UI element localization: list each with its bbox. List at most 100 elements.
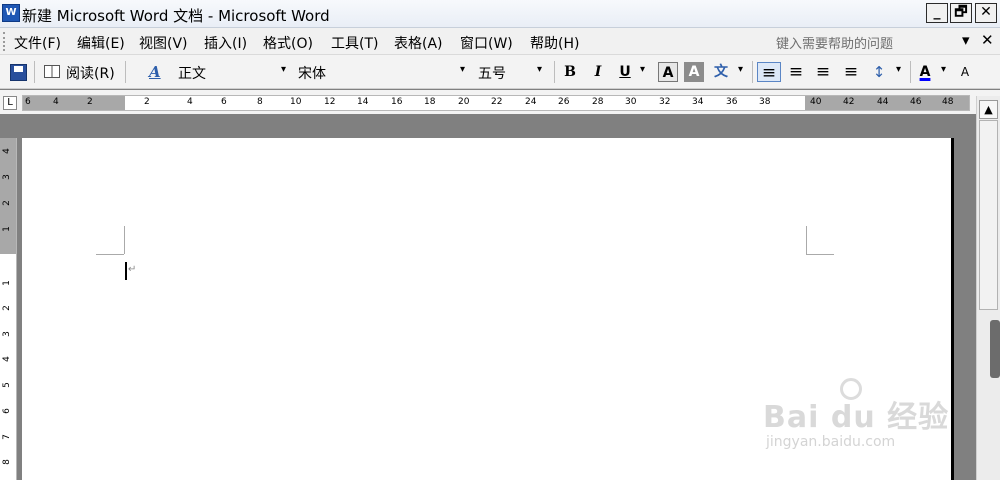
toolbar-separator [910,61,911,83]
toolbar-separator [125,61,126,83]
read-book-icon[interactable] [44,65,60,78]
menu-insert[interactable]: 插入(I) [204,33,247,53]
text-cursor [125,262,127,280]
font-color-dropdown-icon[interactable]: ▾ [941,64,946,75]
ruler-label: 26 [558,97,570,107]
ruler-label: 22 [491,97,503,107]
font-size-dropdown[interactable]: 五号 [478,63,506,83]
grow-font-button[interactable]: A [956,62,974,82]
help-dropdown-icon[interactable]: ▾ [962,31,970,49]
watermark-url: jingyan.baidu.com [766,434,896,450]
ruler-label: 6 [25,97,31,107]
menu-format[interactable]: 格式(O) [263,33,313,53]
vruler-label: 1 [1,280,12,286]
crop-mark-top-left [124,226,125,254]
phonetic-guide-button[interactable]: 文 [710,62,732,82]
ruler-label: 40 [810,97,822,107]
vruler-label: 3 [1,331,12,337]
close-button[interactable]: ✕ [975,3,997,23]
toolbar-separator [752,61,753,83]
font-color-button[interactable]: A [915,62,935,82]
ruler-label: 44 [877,97,889,107]
vruler-label: 2 [1,305,12,311]
menu-edit[interactable]: 编辑(E) [77,33,125,53]
ruler-label: 42 [843,97,855,107]
vruler-label: 6 [1,408,12,414]
line-spacing-button[interactable]: ↕ [868,62,890,82]
ruler-label: 4 [53,97,59,107]
ruler-label: 6 [221,97,227,107]
ruler-label: 36 [726,97,738,107]
read-mode-button[interactable]: 阅读(R) [66,63,115,83]
window-title: 新建 Microsoft Word 文档 - Microsoft Word [22,7,330,25]
vruler-label: 2 [1,200,12,206]
menu-file[interactable]: 文件(F) [14,33,61,53]
line-spacing-dropdown-icon[interactable]: ▾ [896,64,901,75]
toolbar-separator [34,61,35,83]
ruler-label: 28 [592,97,604,107]
menu-tools[interactable]: 工具(T) [331,33,378,53]
ruler-label: 10 [290,97,302,107]
vruler-label: 1 [1,226,12,232]
style-dropdown[interactable]: 正文 [178,63,206,83]
help-question-input[interactable]: 键入需要帮助的问题 [776,33,893,52]
crop-mark-top-right [806,254,834,255]
vruler-top-margin [0,138,16,254]
italic-button[interactable]: I [588,62,608,82]
vruler-label: 7 [1,434,12,440]
align-left-button[interactable]: ≡ [757,62,781,83]
ruler-label: 30 [625,97,637,107]
center-button[interactable]: ≡ [785,62,807,82]
vruler-label: 4 [1,148,12,154]
phonetic-dropdown-icon[interactable]: ▾ [738,64,743,75]
style-dropdown-arrow-icon[interactable]: ▾ [281,64,286,75]
align-right-button[interactable]: ≡ [812,62,834,82]
ruler-label: 24 [525,97,537,107]
title-bar: W 新建 Microsoft Word 文档 - Microsoft Word … [0,0,1000,28]
ruler-label: 32 [659,97,671,107]
menubar-grip-icon[interactable] [3,32,7,51]
menu-window[interactable]: 窗口(W) [460,33,513,53]
scroll-thumb[interactable] [979,120,998,310]
vruler-label: 3 [1,174,12,180]
justify-button[interactable]: ≡ [840,62,862,82]
character-shading-button[interactable]: A [684,62,704,82]
word-app-icon[interactable]: W [2,4,20,22]
menu-table[interactable]: 表格(A) [394,33,443,53]
ruler-label: 34 [692,97,704,107]
size-dropdown-arrow-icon[interactable]: ▾ [537,64,542,75]
menu-help[interactable]: 帮助(H) [530,33,579,53]
styles-icon[interactable]: A [149,63,161,81]
vertical-ruler[interactable]: 4 3 2 1 1 2 3 4 5 6 7 8 [0,138,17,480]
toolbar-separator [554,61,555,83]
side-panel-tab[interactable] [990,320,1000,378]
font-dropdown[interactable]: 宋体 [298,63,326,83]
character-border-button[interactable]: A [658,62,678,82]
underline-dropdown-icon[interactable]: ▾ [640,64,645,75]
paragraph-mark: ↵ [128,264,137,275]
tab-stop-selector[interactable]: L [3,96,17,110]
ruler-label: 18 [424,97,436,107]
ruler-label: 14 [357,97,369,107]
underline-button[interactable]: U [615,62,635,82]
minimize-button[interactable]: _ [926,3,948,23]
save-icon[interactable] [10,64,27,81]
crop-mark-top-right [806,226,807,254]
horizontal-ruler[interactable]: 6 4 2 2 4 6 8 10 12 14 16 18 20 22 24 26… [22,95,970,111]
vertical-scrollbar[interactable]: ▲ [976,96,1000,480]
bold-button[interactable]: B [560,62,580,82]
horizontal-ruler-area: 6 4 2 2 4 6 8 10 12 14 16 18 20 22 24 26… [0,90,1000,114]
document-close-icon[interactable]: ✕ [981,31,994,49]
ruler-label: 16 [391,97,403,107]
formatting-toolbar: 阅读(R) A 正文 ▾ 宋体 ▾ 五号 ▾ B I U ▾ A A 文 ▾ ≡… [0,55,1000,89]
font-dropdown-arrow-icon[interactable]: ▾ [460,64,465,75]
ruler-label: 4 [187,97,193,107]
restore-button[interactable]: 🗗 [950,3,972,23]
menu-bar: 文件(F) 编辑(E) 视图(V) 插入(I) 格式(O) 工具(T) 表格(A… [0,28,1000,55]
scroll-up-button[interactable]: ▲ [979,100,998,119]
ruler-label: 8 [257,97,263,107]
ruler-label: 12 [324,97,336,107]
vruler-label: 8 [1,459,12,465]
ruler-label: 48 [942,97,954,107]
menu-view[interactable]: 视图(V) [139,33,188,53]
